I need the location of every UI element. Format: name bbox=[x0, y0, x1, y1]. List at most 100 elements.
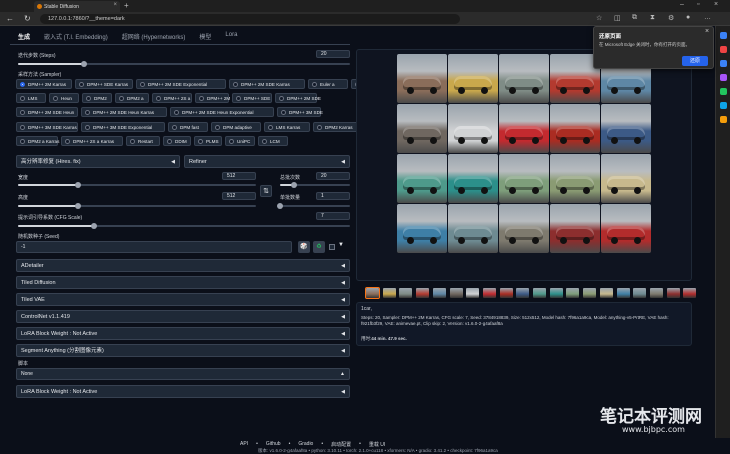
sidebar-office-icon[interactable] bbox=[720, 88, 727, 95]
gallery-thumbnail[interactable] bbox=[516, 288, 530, 298]
accordion-controlnet[interactable]: ControlNet v1.1.419 ◀ bbox=[16, 310, 350, 323]
sampler-option[interactable]: DPM++ SDE Karras bbox=[75, 79, 133, 89]
tab-close-icon[interactable]: × bbox=[113, 2, 117, 8]
width-slider[interactable] bbox=[18, 182, 256, 188]
accordion-tiled[interactable]: Tiled VAE ◀ bbox=[16, 293, 350, 306]
gallery-thumbnail[interactable] bbox=[666, 288, 680, 298]
sampler-option[interactable]: LMS bbox=[16, 93, 46, 103]
maximize-icon[interactable]: ▫ bbox=[697, 1, 699, 8]
seed-input[interactable]: -1 bbox=[16, 241, 292, 253]
sidebar-outlook-icon[interactable] bbox=[720, 102, 727, 109]
gallery-image[interactable] bbox=[550, 104, 600, 153]
gallery-image[interactable] bbox=[601, 154, 651, 203]
sampler-option[interactable]: DDIM bbox=[163, 136, 191, 146]
cfg-slider[interactable] bbox=[18, 223, 350, 229]
gallery-thumbnail[interactable] bbox=[466, 288, 480, 298]
tab-embedding[interactable]: 嵌入式 (T.I. Embedding) bbox=[44, 32, 108, 44]
sidebar-games-icon[interactable] bbox=[720, 74, 727, 81]
gallery-image[interactable] bbox=[448, 204, 498, 253]
reuse-seed-button[interactable]: ♻ bbox=[313, 241, 325, 253]
gallery-thumbnail[interactable] bbox=[649, 288, 663, 298]
back-icon[interactable]: ← bbox=[6, 14, 14, 23]
gallery-thumbnail[interactable] bbox=[683, 288, 697, 298]
sampler-option[interactable]: LCM bbox=[258, 136, 288, 146]
extra-seed-arrow-icon[interactable]: ▼ bbox=[338, 242, 344, 248]
batch-count-input[interactable]: 20 bbox=[316, 172, 350, 180]
gallery-thumbnail[interactable] bbox=[499, 288, 513, 298]
gallery-thumbnail[interactable] bbox=[416, 288, 430, 298]
sidebar-tools-icon[interactable] bbox=[720, 46, 727, 53]
refiner-accordion[interactable]: Refiner ◀ bbox=[184, 155, 350, 168]
sampler-option[interactable]: Heun bbox=[49, 93, 79, 103]
sampler-option[interactable]: DPM++ 2S a bbox=[152, 93, 192, 103]
gallery-image[interactable] bbox=[499, 54, 549, 103]
gallery-image[interactable] bbox=[499, 204, 549, 253]
gallery-thumbnail[interactable] bbox=[382, 288, 396, 298]
gallery-thumbnail[interactable] bbox=[549, 288, 563, 298]
url-field[interactable]: 127.0.0.1:7860/?__theme=dark bbox=[40, 14, 460, 24]
sampler-option[interactable]: DPM++ 2M SDE Heun Karras bbox=[81, 107, 167, 117]
sampler-option[interactable]: DPM2 Karras bbox=[313, 122, 359, 132]
sampler-option[interactable]: DPM++ 2M SDE bbox=[275, 93, 321, 103]
hires-fix-accordion[interactable]: 高分辨率修复 (Hires. fix) ◀ bbox=[16, 155, 180, 168]
sampler-option[interactable]: LMS Karras bbox=[264, 122, 310, 132]
tab-lora[interactable]: Lora bbox=[225, 32, 237, 44]
height-input[interactable]: 512 bbox=[222, 192, 256, 200]
gallery-image[interactable] bbox=[397, 54, 447, 103]
sampler-option[interactable]: DPM++ 2M SDE Heun Exponential bbox=[170, 107, 274, 117]
cfg-slider-knob[interactable] bbox=[91, 223, 98, 229]
gallery-thumbnail[interactable] bbox=[599, 288, 613, 298]
random-seed-button[interactable]: 🎲 bbox=[298, 241, 310, 253]
gallery-thumbnail[interactable] bbox=[583, 288, 597, 298]
split-screen-icon[interactable]: ◫ bbox=[614, 14, 621, 22]
height-slider[interactable] bbox=[18, 203, 256, 209]
collections-icon[interactable]: ⧉ bbox=[632, 14, 637, 22]
gallery-image[interactable] bbox=[550, 154, 600, 203]
sampler-option[interactable]: DPM adaptive bbox=[211, 122, 261, 132]
accordion-lora[interactable]: LoRA Block Weight : Not Active ◀ bbox=[16, 327, 350, 340]
gallery-image[interactable] bbox=[397, 104, 447, 153]
gallery-thumbnail[interactable] bbox=[633, 288, 647, 298]
restore-button[interactable]: 还原 bbox=[682, 56, 708, 66]
height-slider-knob[interactable] bbox=[74, 203, 81, 209]
sampler-option[interactable]: DPM++ 3M SDE bbox=[277, 107, 323, 117]
gallery-thumbnail[interactable] bbox=[482, 288, 496, 298]
extensions-icon[interactable]: ⚙ bbox=[668, 14, 674, 22]
tab-hypernetworks[interactable]: 超网络 (Hypernetworks) bbox=[122, 32, 186, 44]
gallery-thumbnail[interactable] bbox=[365, 287, 380, 299]
accordion-adetailer[interactable]: ADetailer ◀ bbox=[16, 259, 350, 272]
sampler-option[interactable]: DPM++ SDE bbox=[232, 93, 272, 103]
gallery-image[interactable] bbox=[499, 154, 549, 203]
sampler-option[interactable]: UniPC bbox=[225, 136, 255, 146]
favorites-icon[interactable]: ☆ bbox=[596, 14, 602, 22]
steps-slider-knob[interactable] bbox=[81, 61, 88, 67]
minimize-icon[interactable]: – bbox=[680, 1, 684, 8]
steps-input[interactable]: 20 bbox=[316, 50, 350, 58]
sidebar-shopping-icon[interactable] bbox=[720, 60, 727, 67]
sampler-option[interactable]: DPM++ 3M SDE Karras bbox=[16, 122, 78, 132]
batch-count-slider-knob[interactable] bbox=[291, 182, 297, 188]
sampler-option[interactable]: DPM++ 2M Karras bbox=[16, 79, 72, 89]
profile-icon[interactable]: ● bbox=[686, 14, 690, 21]
accordion-segment[interactable]: Segment Anything (分割图像元素) ◀ bbox=[16, 344, 350, 357]
sampler-option[interactable]: Euler a bbox=[308, 79, 348, 89]
sampler-option[interactable]: DPM2 bbox=[82, 93, 112, 103]
lora-block-weight-accordion-2[interactable]: LoRA Block Weight : Not Active ◀ bbox=[16, 385, 350, 398]
gallery-thumbnail[interactable] bbox=[533, 288, 546, 298]
cfg-input[interactable]: 7 bbox=[316, 212, 350, 220]
gallery-image[interactable] bbox=[448, 154, 498, 203]
new-tab-icon[interactable]: + bbox=[124, 1, 129, 10]
gallery-image[interactable] bbox=[397, 204, 447, 253]
popup-close-icon[interactable]: × bbox=[705, 28, 709, 35]
sampler-option[interactable]: DPM fast bbox=[168, 122, 208, 132]
sampler-option[interactable]: Restart bbox=[126, 136, 160, 146]
gallery-thumbnail[interactable] bbox=[616, 288, 630, 298]
accordion-tiled[interactable]: Tiled Diffusion ◀ bbox=[16, 276, 350, 289]
gallery-thumbnail[interactable] bbox=[432, 288, 446, 298]
gallery-image[interactable] bbox=[601, 104, 651, 153]
footer-link[interactable]: 重载 UI bbox=[369, 441, 385, 448]
gallery-thumbnail[interactable] bbox=[449, 288, 463, 298]
tab-checkpoints[interactable]: 模型 bbox=[199, 32, 211, 44]
sidebar-search-icon[interactable] bbox=[720, 32, 727, 39]
sampler-option[interactable]: DPM++ 2M SDE Heun bbox=[16, 107, 78, 117]
